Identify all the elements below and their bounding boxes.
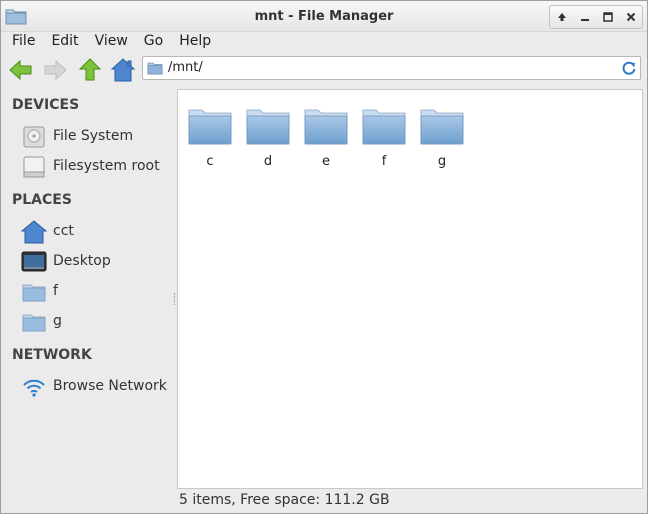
arrow-up-icon — [78, 58, 102, 81]
sidebar-item-label: cct — [53, 223, 74, 239]
folder-icon — [22, 314, 46, 332]
folder-item-f[interactable]: f — [358, 106, 410, 174]
keep-above-button[interactable] — [552, 7, 572, 27]
folder-label: f — [381, 154, 387, 169]
sidebar: DEVICES File System Filesystem root PLAC… — [1, 87, 171, 487]
title-bar[interactable]: mnt - File Manager — [1, 1, 647, 32]
menu-view[interactable]: View — [86, 31, 135, 53]
drive-icon — [23, 156, 45, 178]
arrow-right-icon — [44, 59, 67, 81]
folder-label: c — [206, 154, 214, 169]
window-controls — [549, 5, 643, 29]
folder-label: d — [263, 154, 273, 169]
up-button[interactable] — [76, 56, 104, 84]
folder-icon — [362, 109, 406, 145]
arrow-left-icon — [9, 59, 32, 81]
sidebar-item-label: File System — [53, 128, 134, 144]
desktop-icon — [21, 251, 47, 272]
file-view[interactable]: c d e f g — [177, 89, 643, 489]
folder-icon — [188, 109, 232, 145]
sidebar-item-g[interactable]: g — [21, 309, 169, 335]
location-bar[interactable]: /mnt/ — [142, 56, 641, 80]
maximize-button[interactable] — [598, 7, 618, 27]
sidebar-item-home[interactable]: cct — [21, 219, 169, 245]
folder-item-c[interactable]: c — [184, 106, 236, 174]
status-text: 5 items, Free space: 111.2 GB — [179, 492, 390, 508]
sidebar-item-label: Desktop — [53, 253, 111, 269]
section-network: NETWORK — [12, 347, 92, 363]
sidebar-item-desktop[interactable]: Desktop — [21, 249, 169, 275]
sidebar-item-label: Filesystem root — [53, 158, 160, 174]
menu-bar: File Edit View Go Help — [1, 31, 647, 53]
reload-icon[interactable] — [621, 60, 637, 76]
folder-icon — [22, 284, 46, 302]
minimize-icon — [580, 19, 589, 21]
section-devices: DEVICES — [12, 97, 80, 113]
folder-icon — [304, 109, 348, 145]
status-bar: 5 items, Free space: 111.2 GB — [1, 489, 647, 513]
minimize-button[interactable] — [575, 7, 595, 27]
sidebar-item-label: g — [53, 313, 62, 329]
section-places: PLACES — [12, 192, 72, 208]
folder-icon — [420, 109, 464, 145]
folder-label: e — [322, 154, 330, 169]
close-button[interactable] — [621, 7, 641, 27]
sidebar-item-f[interactable]: f — [21, 279, 169, 305]
menu-help[interactable]: Help — [170, 31, 218, 53]
home-icon — [110, 58, 136, 82]
folder-item-d[interactable]: d — [242, 106, 294, 174]
home-button[interactable] — [109, 56, 137, 84]
toolbar: /mnt/ — [1, 53, 647, 85]
wifi-icon — [23, 379, 45, 397]
menu-edit[interactable]: Edit — [42, 31, 85, 53]
folder-item-e[interactable]: e — [300, 106, 352, 174]
close-icon — [626, 12, 635, 22]
sidebar-item-file-system[interactable]: File System — [21, 124, 169, 150]
forward-button[interactable] — [41, 56, 69, 84]
menu-go[interactable]: Go — [135, 31, 170, 53]
menu-file[interactable]: File — [1, 31, 42, 53]
folder-icon — [147, 62, 163, 75]
sidebar-item-label: f — [53, 283, 58, 299]
sidebar-item-browse-network[interactable]: Browse Network — [21, 374, 169, 400]
location-path: /mnt/ — [168, 60, 203, 75]
folder-icon — [246, 109, 290, 145]
maximize-icon — [602, 12, 613, 22]
harddisk-icon — [23, 126, 45, 148]
file-manager-window: mnt - File Manager File Edit View Go Hel… — [0, 0, 648, 514]
back-button[interactable] — [7, 56, 35, 84]
home-icon — [21, 220, 47, 244]
folder-label: g — [437, 154, 447, 169]
arrow-up-icon — [557, 13, 566, 21]
sidebar-item-filesystem-root[interactable]: Filesystem root — [21, 154, 169, 180]
folder-item-g[interactable]: g — [416, 106, 468, 174]
sidebar-item-label: Browse Network — [53, 378, 167, 394]
